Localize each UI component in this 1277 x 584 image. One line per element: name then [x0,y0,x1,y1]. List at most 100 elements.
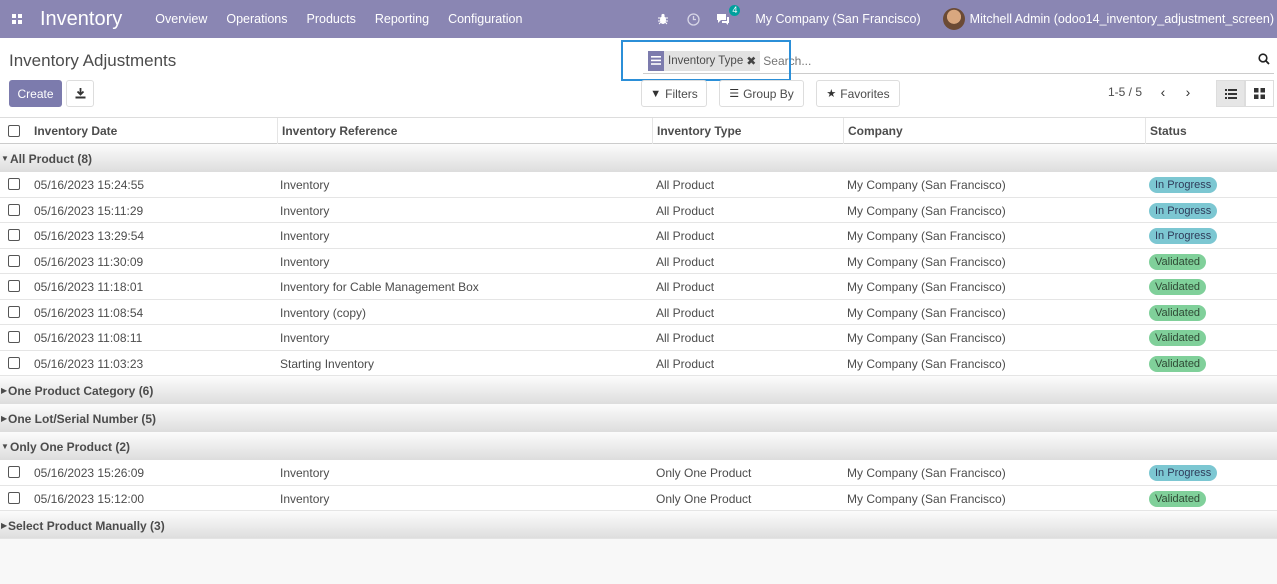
caret-right-icon: ▶ [1,386,8,395]
group-row[interactable]: ▶ One Product Category (6) [0,376,1277,404]
row-checkbox[interactable] [8,305,20,318]
row-checkbox[interactable] [8,254,20,267]
row-checkbox[interactable] [8,229,20,241]
list-view-icon [1224,88,1237,99]
cell-type: All Product [656,356,715,371]
group-name: One Product Category (6) [8,384,154,398]
column-inventory-date[interactable]: Inventory Date [30,118,278,145]
table-row[interactable]: 05/16/2023 15:12:00 Inventory Only One P… [0,485,1277,511]
cell-date: 05/16/2023 15:11:29 [34,203,144,218]
cell-company: My Company (San Francisco) [847,491,1006,506]
pager-previous-icon[interactable]: ‹ [1154,82,1172,102]
pager-next-icon[interactable]: › [1179,82,1197,102]
cell-company: My Company (San Francisco) [847,178,1006,192]
download-icon [75,88,85,99]
group-row[interactable]: ▶ One Lot/Serial Number (5) [0,404,1277,432]
cell-reference: Starting Inventory [280,356,375,371]
group-name: One Lot/Serial Number (5) [8,412,157,426]
app-brand[interactable]: Inventory [40,8,122,31]
cell-reference: Inventory [280,254,330,269]
cell-date: 05/16/2023 11:08:54 [34,305,144,320]
bug-icon[interactable] [655,11,671,27]
table-row[interactable]: 05/16/2023 15:24:55 Inventory All Produc… [0,172,1277,198]
select-all-checkbox[interactable] [8,125,20,137]
table-header: Inventory Date Inventory Reference Inven… [0,117,1277,145]
user-menu[interactable]: Mitchell Admin (odoo14_inventory_adjustm… [970,12,1274,26]
pager-value[interactable]: 1-5 / 5 [1108,85,1142,99]
menu-products[interactable]: Products [307,12,356,26]
row-checkbox[interactable] [8,491,20,504]
kanban-view-button[interactable] [1245,80,1274,107]
status-badge: In Progress [1149,228,1218,244]
cell-reference: Inventory [280,331,330,345]
table-row[interactable]: 05/16/2023 11:18:01 Inventory for Cable … [0,274,1277,300]
table-row[interactable]: 05/16/2023 11:03:23 Starting Inventory A… [0,350,1277,376]
cell-company: My Company (San Francisco) [847,254,1006,269]
row-checkbox[interactable] [8,356,20,369]
cell-type: Only One Product [656,491,752,506]
menu-configuration[interactable]: Configuration [448,12,522,26]
table-row[interactable]: 05/16/2023 13:29:54 Inventory All Produc… [0,223,1277,249]
row-checkbox[interactable] [8,331,20,343]
caret-right-icon: ▶ [1,414,8,423]
list-view-button[interactable] [1216,80,1245,107]
cell-date: 05/16/2023 11:08:11 [34,331,143,345]
group-row[interactable]: ▼ Only One Product (2) [0,432,1277,460]
cell-company: My Company (San Francisco) [847,331,1006,345]
group-row[interactable]: ▼ All Product (8) [0,144,1277,172]
cell-date: 05/16/2023 11:18:01 [34,280,144,294]
caret-right-icon: ▶ [1,521,8,530]
search-icon[interactable] [1258,53,1270,68]
column-inventory-type[interactable]: Inventory Type [652,118,844,145]
table-row[interactable]: 05/16/2023 15:26:09 Inventory Only One P… [0,460,1277,486]
star-icon: ★ [826,88,837,100]
kanban-view-icon [1254,88,1265,99]
company-switcher[interactable]: My Company (San Francisco) [755,12,920,26]
column-company[interactable]: Company [843,118,1146,145]
cell-type: All Product [656,203,715,218]
table-row[interactable]: 05/16/2023 11:08:11 Inventory All Produc… [0,325,1277,351]
status-badge: Validated [1149,355,1207,372]
row-checkbox[interactable] [8,203,20,216]
row-checkbox[interactable] [8,280,20,292]
cell-date: 05/16/2023 11:03:23 [34,356,144,371]
filter-icon: ▼ [650,87,662,100]
download-button[interactable] [66,80,94,107]
inventory-table: Inventory Date Inventory Reference Inven… [0,117,1277,539]
menu-operations[interactable]: Operations [226,12,287,26]
highlight-box [621,40,791,81]
top-navbar: Inventory Overview Operations Products R… [0,0,1277,38]
menu-overview[interactable]: Overview [155,12,207,26]
group-name: All Product (8) [10,152,93,166]
cell-reference: Inventory [280,466,330,480]
filters-button[interactable]: ▼ Filters [641,80,707,107]
cell-type: All Product [656,229,715,243]
table-row[interactable]: 05/16/2023 15:11:29 Inventory All Produc… [0,197,1277,223]
status-badge: Validated [1149,330,1207,346]
clock-icon[interactable] [685,11,701,27]
message-count-badge: 4 [729,5,741,16]
cell-date: 05/16/2023 15:26:09 [34,466,145,480]
status-badge: Validated [1149,279,1207,295]
apps-menu-icon[interactable] [2,0,32,38]
table-row[interactable]: 05/16/2023 11:08:54 Inventory (copy) All… [0,299,1277,325]
cell-reference: Inventory [280,178,330,192]
group-row[interactable]: ▶ Select Product Manually (3) [0,511,1277,539]
cell-company: My Company (San Francisco) [847,305,1006,320]
messages-icon[interactable]: 4 [715,5,741,27]
column-inventory-reference[interactable]: Inventory Reference [277,118,653,145]
search-input[interactable] [763,53,1244,68]
groupby-button[interactable]: ☰ Group By [719,80,804,107]
row-checkbox[interactable] [8,178,20,190]
column-status[interactable]: Status [1145,118,1277,145]
row-checkbox[interactable] [8,466,20,478]
avatar[interactable] [942,8,965,30]
cell-company: My Company (San Francisco) [847,356,1006,371]
favorites-button[interactable]: ★ Favorites [816,80,900,107]
table-row[interactable]: 05/16/2023 11:30:09 Inventory All Produc… [0,248,1277,274]
cell-type: Only One Product [656,466,752,480]
cell-reference: Inventory for Cable Management Box [280,280,479,294]
cell-reference: Inventory [280,491,330,506]
menu-reporting[interactable]: Reporting [375,12,429,26]
create-button[interactable]: Create [9,80,62,107]
